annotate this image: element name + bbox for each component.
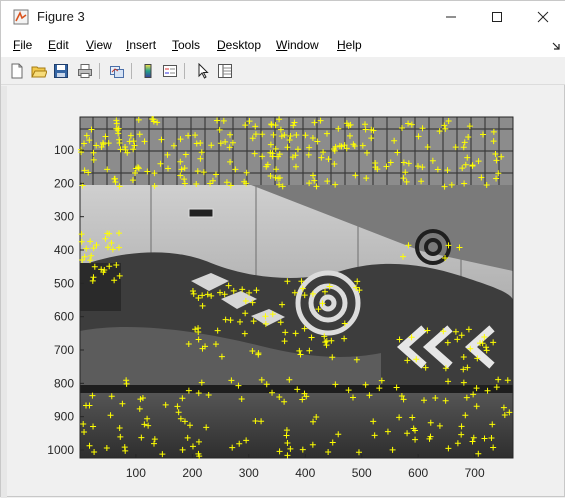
mural-image (80, 117, 513, 458)
wall-lamp (188, 208, 214, 218)
y-tick-label: 100 (54, 143, 74, 157)
y-tick-label: 400 (54, 243, 74, 257)
x-tick-label: 300 (239, 466, 259, 480)
y-tick-label: 500 (54, 276, 74, 290)
y-tick-label: 800 (54, 376, 74, 390)
figure-window: Figure 3 File Edit View Insert Tools Des… (0, 0, 565, 498)
x-tick-label: 600 (408, 466, 428, 480)
y-tick-label: 700 (54, 343, 74, 357)
y-tick-label: 300 (54, 210, 74, 224)
y-tick-label: 600 (54, 310, 74, 324)
x-tick-label: 400 (295, 466, 315, 480)
axes[interactable]: 100 200 300 400 500 600 700 100 200 300 400 500 600… (1, 1, 565, 498)
x-tick-label: 700 (465, 466, 485, 480)
y-tick-label: 1000 (47, 443, 74, 457)
x-tick-label: 200 (182, 466, 202, 480)
grate (80, 263, 121, 311)
x-tick-label: 500 (352, 466, 372, 480)
y-tick-label: 900 (54, 410, 74, 424)
x-tick-label: 100 (126, 466, 146, 480)
y-tick-label: 200 (54, 176, 74, 190)
y-axis: 100 200 300 400 500 600 700 800 900 1000 (47, 143, 84, 457)
